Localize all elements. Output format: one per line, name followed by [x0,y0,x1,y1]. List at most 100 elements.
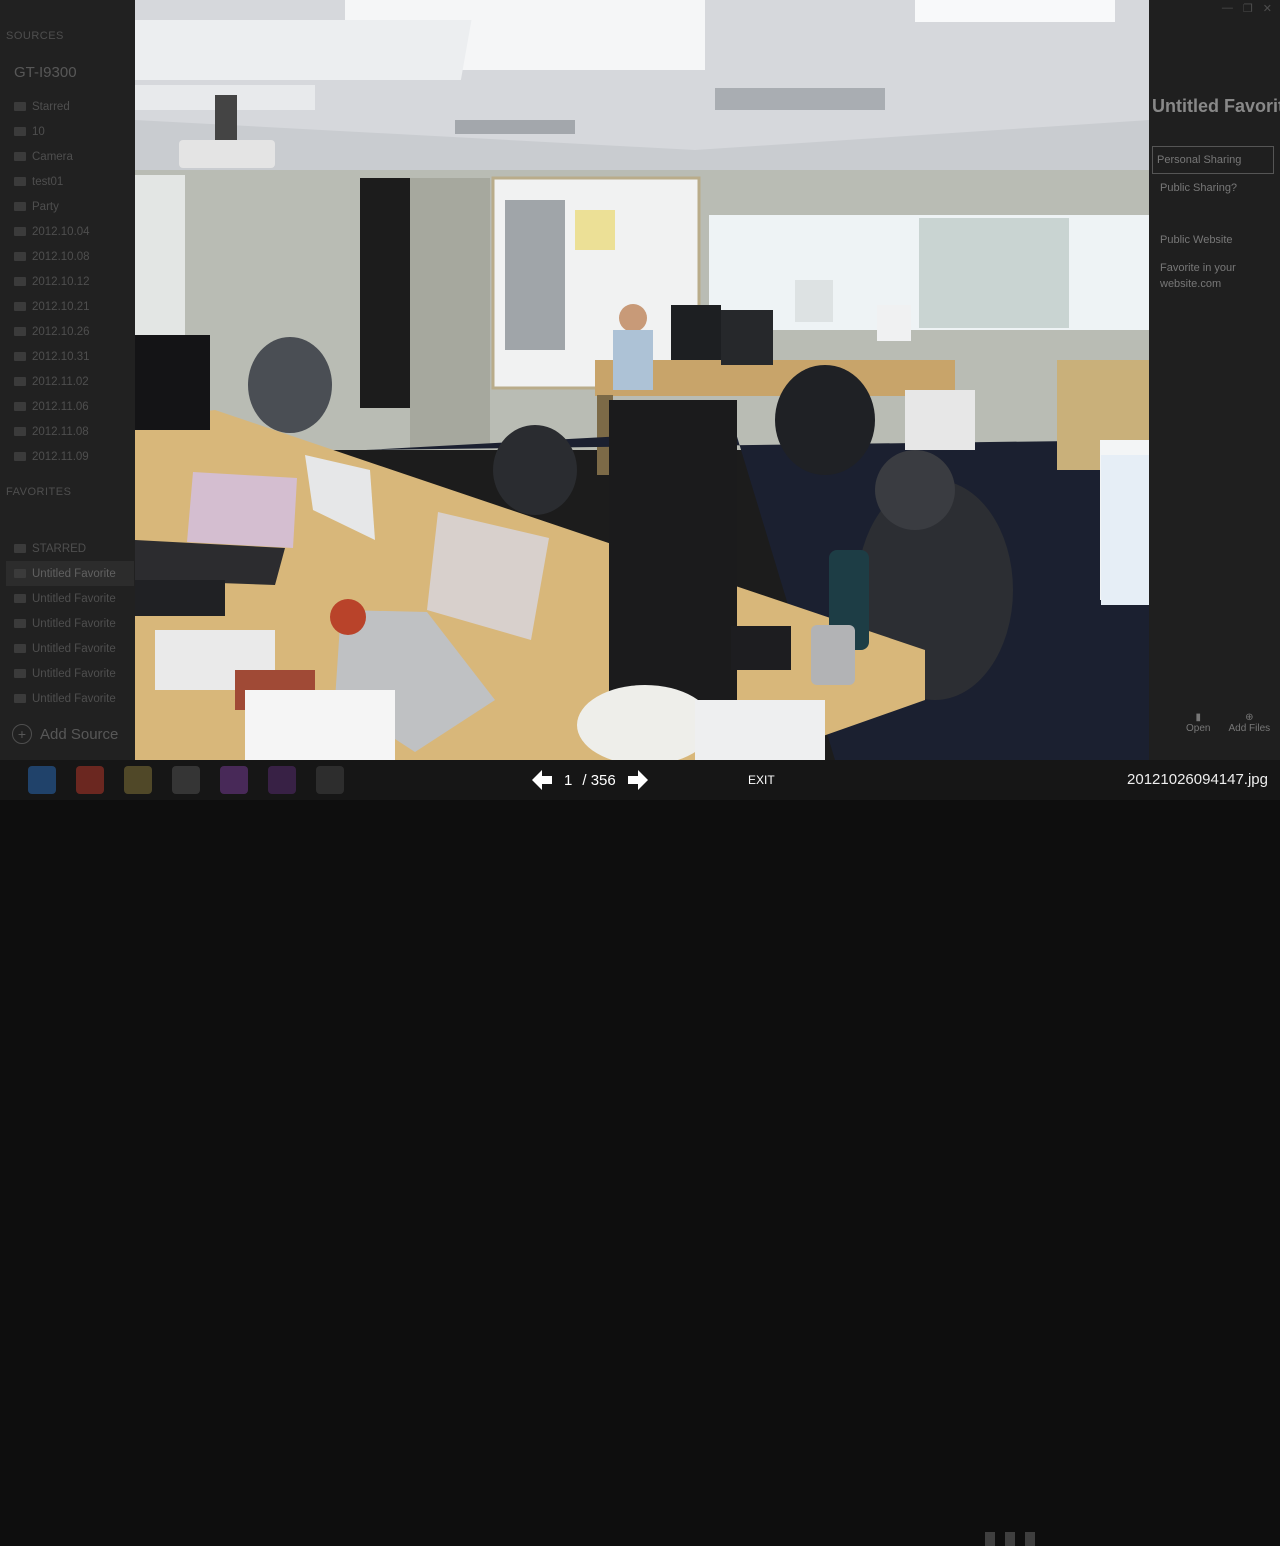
source-item-label: 2012.11.06 [32,400,89,413]
next-arrow-icon[interactable] [626,768,650,792]
office-photo-svg [135,0,1149,760]
folder-icon [14,252,26,261]
source-item-label: 10 [32,125,45,138]
sharing-field[interactable]: Personal Sharing [1152,146,1274,174]
folder-icon [14,152,26,161]
source-item[interactable]: 2012.11.08 [14,419,90,444]
source-item[interactable]: 2012.11.06 [14,394,90,419]
folder-icon [14,377,26,386]
source-item[interactable]: Camera [14,144,90,169]
favorite-icon [14,694,26,703]
source-item[interactable]: test01 [14,169,90,194]
source-item-label: test01 [32,175,64,188]
source-list: Starred 10 Camera test01 Party 2012.10.04 2012… [14,94,90,469]
source-item-label: 2012.11.08 [32,425,89,438]
current-page: 1 [564,771,573,789]
favorite-item[interactable]: STARRED [6,536,134,561]
window-controls: — ❐ ✕ [1222,2,1272,15]
favorite-item-label: Untitled Favorite [32,642,116,655]
source-item-label: Starred [32,100,70,113]
source-item[interactable]: 10 [14,119,90,144]
panel-title: Untitled Favorite [1152,96,1280,116]
folder-icon [14,227,26,236]
sources-sidebar: SOURCES GT-I9300 Starred 10 Camera test01 Pa… [0,0,135,760]
favorites-header: FAVORITES [6,486,72,498]
tray-icon [985,1532,995,1546]
source-item[interactable]: 2012.11.09 [14,444,90,469]
source-item-label: 2012.10.12 [32,275,90,288]
folder-icon [14,427,26,436]
favorite-item[interactable]: Untitled Favorite [6,636,134,661]
open-button[interactable]: ▮ Open [1186,712,1210,734]
folder-icon [14,202,26,211]
folder-icon [124,766,152,794]
sources-header: SOURCES [6,30,64,42]
favorite-icon [14,619,26,628]
source-item-label: 2012.10.31 [32,350,90,363]
folder-icon [14,327,26,336]
favorite-item-label: Untitled Favorite [32,667,116,680]
favorite-icon [14,644,26,653]
page-separator: / [582,771,587,789]
folder-icon [14,452,26,461]
exit-button[interactable]: EXIT [748,773,775,787]
panel-line: Favorite in your [1160,262,1236,274]
source-item[interactable]: 2012.10.04 [14,219,90,244]
filename-label: 20121026094147.jpg [1127,771,1268,788]
folder-icon [14,402,26,411]
add-files-button[interactable]: ⊕ Add Files [1228,712,1270,734]
cloud-icon [172,766,200,794]
minimize-icon[interactable]: — [1222,2,1233,15]
folder-icon [14,302,26,311]
panel-line: Public Sharing? [1160,182,1238,194]
previous-arrow-icon[interactable] [530,768,554,792]
dimmed-taskbar [28,766,344,794]
restore-icon[interactable]: ❐ [1243,2,1253,15]
favorite-item[interactable]: Untitled Favorite [6,611,134,636]
panel-line: Public Website [1160,234,1233,246]
source-item-label: 2012.11.09 [32,450,89,463]
favorite-item-label: Untitled Favorite [32,592,116,605]
favorite-item[interactable]: Untitled Favorite [6,561,134,586]
add-source-label: Add Source [40,725,119,743]
source-item[interactable]: 2012.10.26 [14,319,90,344]
source-item-label: 2012.10.21 [32,300,90,313]
favorites-list: STARRED Untitled Favorite Untitled Favorit… [6,536,134,711]
app-icon [316,766,344,794]
favorite-item[interactable]: Untitled Favorite [6,586,134,611]
total-pages: 356 [590,771,616,789]
source-item-label: Party [32,200,59,213]
source-item[interactable]: 2012.11.02 [14,369,90,394]
page-indicator: 1 / 356 [564,772,616,789]
source-item-label: Camera [32,150,73,163]
star-icon [14,544,26,553]
favorite-icon [14,594,26,603]
favorite-item-label: STARRED [32,542,87,555]
source-item[interactable]: 2012.10.21 [14,294,90,319]
system-tray [985,1532,1035,1546]
add-source-button[interactable]: + Add Source [12,724,118,744]
chrome-icon [76,766,104,794]
source-item[interactable]: 2012.10.08 [14,244,90,269]
device-name[interactable]: GT-I9300 [14,64,77,81]
source-item[interactable]: 2012.10.31 [14,344,90,369]
office-photo [135,0,1149,760]
tray-icon [1025,1532,1035,1546]
folder-icon [14,352,26,361]
source-item-label: 2012.10.08 [32,250,90,263]
source-item[interactable]: Starred [14,94,90,119]
source-item[interactable]: 2012.10.12 [14,269,90,294]
browser-icon [28,766,56,794]
favorite-item-label: Untitled Favorite [32,692,116,705]
folder-icon [14,177,26,186]
favorite-item[interactable]: Untitled Favorite [6,686,134,711]
favorite-item[interactable]: Untitled Favorite [6,661,134,686]
close-icon[interactable]: ✕ [1263,2,1272,15]
folder-icon [14,102,26,111]
panel-line: website.com [1160,278,1222,290]
favorite-item-label: Untitled Favorite [32,617,116,630]
source-item-label: 2012.10.26 [32,325,90,338]
source-item[interactable]: Party [14,194,90,219]
favorite-item-label: Untitled Favorite [32,567,116,580]
pager-controls: 1 / 356 [530,766,650,794]
